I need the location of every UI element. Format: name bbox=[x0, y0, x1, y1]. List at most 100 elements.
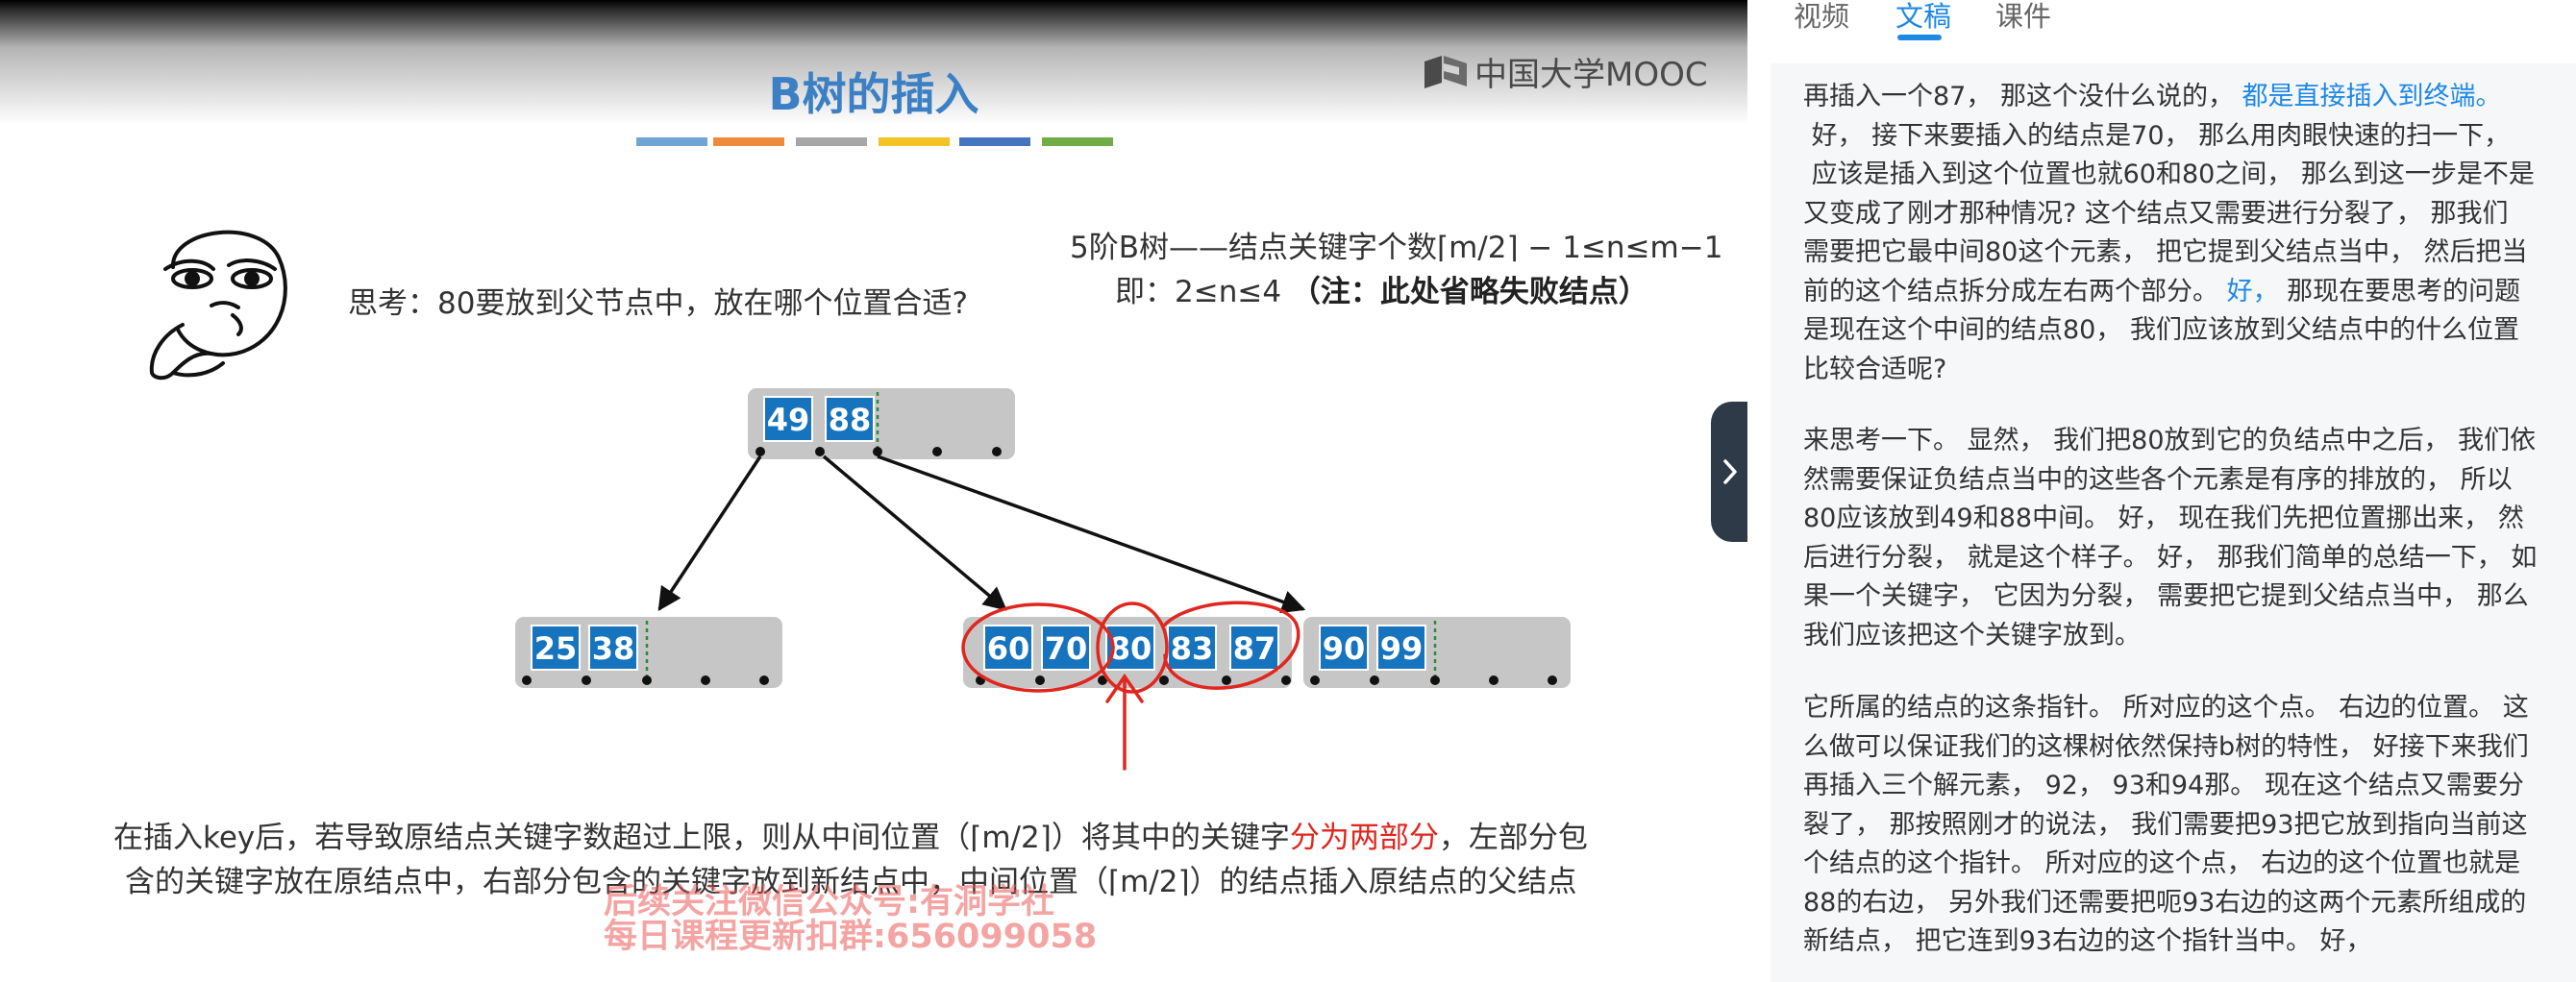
transcript-highlight[interactable]: 好， bbox=[2227, 277, 2279, 307]
video-player[interactable]: B树的插入 中国大学MOOC 思考：80要放到父节点中，放在哪个位置合适? 5阶… bbox=[0, 0, 1747, 982]
transcript-text: 应该是插入到这个位置也就60和80之间， 那么到这一步是不是 bbox=[1803, 160, 2535, 189]
insertion-rule-part1: 在插入key后，若导致原结点关键字数超过上限，则从中间位置（⌈m/2⌉）将其中的… bbox=[113, 821, 1290, 855]
color-bar-1 bbox=[636, 137, 707, 146]
key-box bbox=[588, 625, 638, 671]
key-box bbox=[1229, 625, 1279, 671]
transcript-line: 么做可以保证我们的这棵树依然保持b树的特性， 好接下来我们 bbox=[1803, 728, 2563, 768]
transcript-text: 再插入三个解元素， 92， 93和94那。 现在这个结点又需要分 bbox=[1803, 771, 2524, 800]
tab-video[interactable]: 视频 bbox=[1794, 0, 1849, 35]
insertion-rule-highlight: 分为两部分 bbox=[1289, 821, 1439, 855]
key-box bbox=[825, 396, 875, 442]
pointer-dot bbox=[1159, 675, 1169, 685]
transcript-line: 是现在这个中间的结点80， 我们应该放到父结点中的什么位置 bbox=[1803, 311, 2563, 351]
active-tab-indicator bbox=[1897, 35, 1942, 40]
panel-toggle-button[interactable] bbox=[1711, 402, 1747, 542]
pointer-dot bbox=[759, 675, 769, 685]
key-box bbox=[531, 625, 581, 671]
thinking-face-icon bbox=[144, 209, 308, 386]
transcript-text: 88的右边， 另外我们还需要把呃93右边的这两个元素所组成的 bbox=[1803, 887, 2527, 918]
transcript-text: 好， 接下来要插入的结点是70， 那么用肉眼快速的扫一下， bbox=[1803, 120, 2511, 151]
key-box bbox=[1105, 625, 1155, 671]
transcript-text: 然需要保证负结点当中的这些各个元素是有序的排放的， 所以 bbox=[1803, 464, 2513, 495]
middle-node-bg bbox=[963, 617, 1292, 688]
transcript-line: 我们应该把这个关键字放到。 bbox=[1803, 617, 2563, 656]
tab-courseware[interactable]: 课件 bbox=[1995, 0, 2051, 35]
pointer-dot bbox=[1489, 675, 1499, 685]
key-label: 80 bbox=[1109, 630, 1152, 667]
order-rule-line2: 即：2≤n≤4 （注：此处省略失败结点） bbox=[1115, 267, 1648, 310]
right-node-bg bbox=[1303, 617, 1571, 688]
red-annotations bbox=[961, 601, 1300, 771]
transcript-text: 80应该放到49和88中间。 好， 现在我们先把位置挪出来， 然 bbox=[1803, 503, 2524, 533]
transcript-text: 那现在要思考的问题 bbox=[2278, 276, 2521, 307]
red-arrow-head bbox=[1105, 673, 1144, 703]
tab-transcript[interactable]: 文稿 bbox=[1895, 0, 1951, 35]
transcript-line: 它所属的结点的这条指针。 所对应的这个点。 右边的位置。 这 bbox=[1803, 689, 2563, 728]
transcript-line: 来思考一下。 显然， 我们把80放到它的负结点中之后， 我们依 bbox=[1803, 422, 2563, 461]
pointer-dot bbox=[992, 447, 1002, 456]
pointer-dot bbox=[701, 675, 710, 685]
mooc-logo-icon bbox=[1423, 54, 1469, 90]
middle-node: 60 70 80 83 87 bbox=[963, 617, 1292, 688]
pointer-dot bbox=[642, 675, 652, 685]
order-rule-note: （注：此处省略失败结点） bbox=[1290, 275, 1648, 309]
red-circle-middle bbox=[1096, 601, 1169, 694]
transcript-text: 前的这个结点拆分成左右两个部分。 bbox=[1803, 276, 2227, 307]
edge-root-right bbox=[877, 454, 1306, 614]
transcript-text: 来思考一下。 显然， 我们把80放到它的负结点中之后， 我们依 bbox=[1803, 426, 2537, 455]
transcript-line: 好， 接下来要插入的结点是70， 那么用肉眼快速的扫一下， bbox=[1803, 117, 2563, 157]
key-label: 90 bbox=[1323, 630, 1366, 667]
transcript-text: 果一个关键字， 它因为分裂， 需要把它提到父结点当中， 那么 bbox=[1803, 581, 2529, 611]
pointer-dot bbox=[1430, 675, 1440, 685]
left-node-bg bbox=[515, 617, 782, 688]
pointer-dot bbox=[1035, 675, 1045, 685]
transcript-line: 再插入三个解元素， 92， 93和94那。 现在这个结点又需要分 bbox=[1803, 767, 2563, 806]
pointer-dot bbox=[522, 675, 532, 685]
transcript-line: 80应该放到49和88中间。 好， 现在我们先把位置挪出来， 然 bbox=[1803, 500, 2563, 539]
transcript-line: 然需要保证负结点当中的这些各个元素是有序的排放的， 所以 bbox=[1803, 461, 2563, 501]
key-label: 60 bbox=[987, 630, 1030, 667]
key-box bbox=[1376, 625, 1426, 671]
key-box bbox=[1167, 625, 1217, 671]
red-circle-left bbox=[961, 602, 1115, 693]
transcript-text: 它所属的结点的这条指针。 所对应的这个点。 右边的位置。 这 bbox=[1803, 693, 2529, 723]
key-box bbox=[983, 625, 1033, 671]
key-label: 25 bbox=[534, 630, 578, 667]
transcript-text: 裂了， 那按照刚才的说法， 我们需要把93把它放到指向当前这 bbox=[1803, 809, 2528, 840]
pointer-dot bbox=[755, 447, 765, 456]
root-node-bg bbox=[748, 388, 1015, 459]
mooc-logo: 中国大学MOOC bbox=[1423, 48, 1708, 95]
pointer-dot bbox=[1548, 675, 1557, 685]
pointer-dot bbox=[582, 675, 591, 685]
transcript-text: 么做可以保证我们的这棵树依然保持b树的特性， 好接下来我们 bbox=[1803, 731, 2529, 762]
color-bar-3 bbox=[796, 137, 867, 146]
transcript-paragraph-1: 再插入一个87， 那这个没什么说的， 都是直接插入到终端。 好， 接下来要插入的… bbox=[1803, 78, 2563, 389]
key-box bbox=[763, 396, 813, 442]
key-label: 83 bbox=[1171, 630, 1214, 667]
watermark-line2: 每日课程更新扣群:656099058 bbox=[604, 918, 1098, 956]
tree-edges bbox=[657, 454, 1306, 614]
transcript-text: 再插入一个87， 那这个没什么说的， bbox=[1803, 82, 2242, 111]
key-label: 87 bbox=[1233, 630, 1276, 667]
transcript-text: 是现在这个中间的结点80， 我们应该放到父结点中的什么位置 bbox=[1803, 315, 2519, 345]
transcript-highlight[interactable]: 都是直接插入到终端。 bbox=[2242, 82, 2502, 111]
transcript-line: 需要把它最中间80这个元素， 把它提到父结点当中， 然后把当 bbox=[1803, 233, 2563, 273]
color-bar-4 bbox=[879, 137, 950, 146]
key-label: 88 bbox=[829, 402, 872, 438]
transcript-line: 裂了， 那按照刚才的说法， 我们需要把93把它放到指向当前这 bbox=[1803, 806, 2563, 846]
transcript-text: 比较合适呢? bbox=[1803, 354, 1947, 384]
color-bar-2 bbox=[713, 137, 784, 146]
transcript-text: 新结点， 把它连到93右边的这个指针当中。 好， bbox=[1803, 926, 2372, 956]
transcript-line: 新结点， 把它连到93右边的这个指针当中。 好， bbox=[1803, 922, 2563, 962]
right-node: 90 99 bbox=[1303, 617, 1571, 688]
red-circle-right bbox=[1163, 601, 1300, 690]
mooc-logo-text: 中国大学MOOC bbox=[1474, 56, 1708, 94]
transcript-paragraph-2: 来思考一下。 显然， 我们把80放到它的负结点中之后， 我们依 然需要保证负结点当… bbox=[1803, 422, 2563, 655]
edge-root-middle bbox=[822, 454, 1007, 611]
edge-root-left bbox=[657, 455, 762, 612]
color-bar-5 bbox=[959, 137, 1030, 146]
transcript-line: 个结点的这个指针。 所对应的这个点， 右边的这个位置也就是 bbox=[1803, 845, 2563, 884]
pointer-dot bbox=[932, 447, 942, 456]
pointer-dot bbox=[873, 447, 882, 456]
key-box bbox=[1041, 625, 1091, 671]
